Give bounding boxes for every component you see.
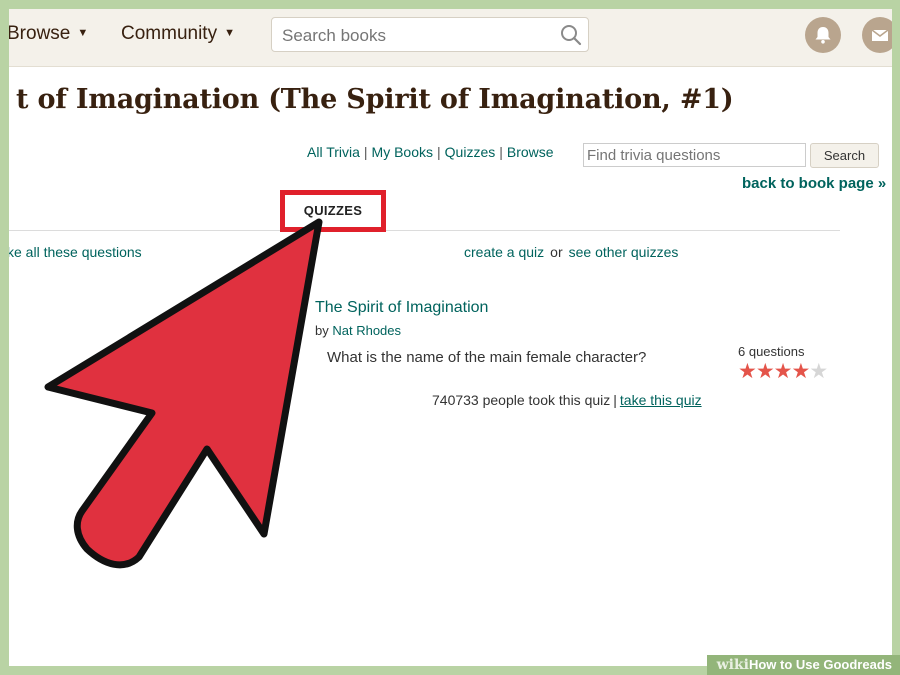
watermark-how: How bbox=[748, 657, 777, 672]
watermark-rest: to Use Goodreads bbox=[776, 657, 892, 672]
pointer-arrow-icon bbox=[44, 218, 323, 569]
watermark-wiki: wiki bbox=[716, 657, 749, 673]
wikihow-watermark: wikiHow to Use Goodreads bbox=[706, 655, 900, 675]
screenshot-frame: Browse▼ Community▼ t of Imagination (The… bbox=[9, 9, 892, 666]
